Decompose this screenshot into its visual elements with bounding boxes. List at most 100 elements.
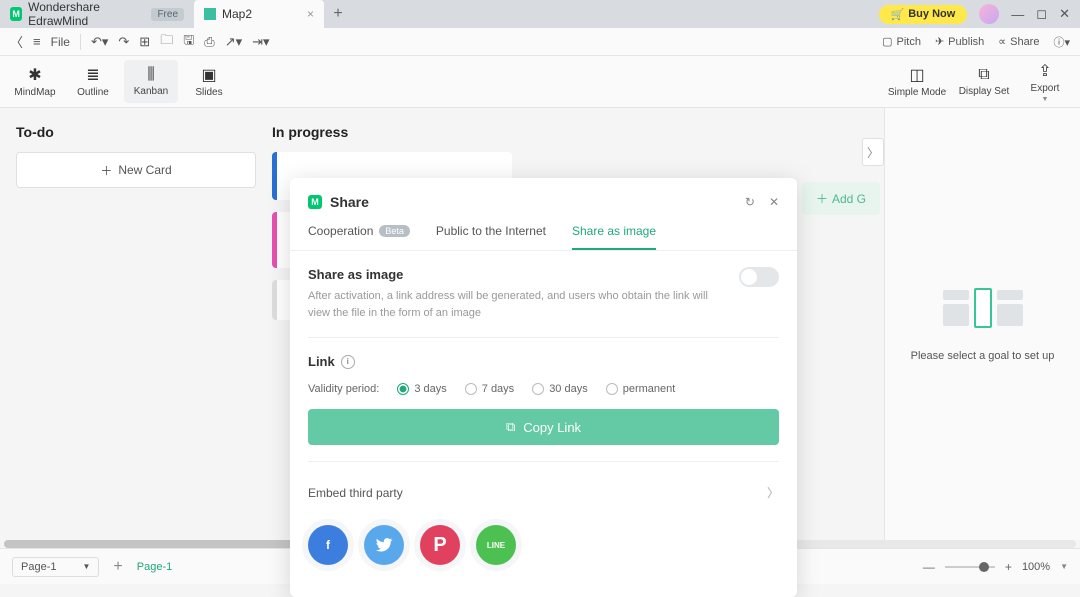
column-inprogress-title: In progress (272, 124, 512, 140)
tab-app[interactable]: M Wondershare EdrawMind Free (0, 0, 194, 28)
page-selector[interactable]: Page-1▼ (12, 557, 99, 577)
view-outline[interactable]: ≣Outline (66, 60, 120, 103)
help-button[interactable]: ⓘ▾ (1053, 34, 1070, 50)
chevron-right-icon: 〉 (767, 484, 779, 501)
zoom-level[interactable]: 100% (1022, 561, 1050, 573)
share-line-button[interactable]: LINE (476, 525, 516, 565)
view-slides[interactable]: ▣Slides (182, 60, 236, 103)
refresh-icon[interactable]: ↻ (745, 195, 755, 209)
export-icon: ⇪ (1038, 61, 1051, 81)
buy-now-button[interactable]: 🛒 Buy Now (879, 5, 968, 24)
link-title: Link (308, 354, 335, 369)
view-mindmap[interactable]: ✱MindMap (8, 60, 62, 103)
simple-mode-icon: ◫ (909, 65, 924, 85)
kanban-icon: ⫼ (147, 66, 154, 84)
radio-icon (606, 383, 618, 395)
radio-30days[interactable]: 30 days (532, 383, 588, 395)
simple-mode-button[interactable]: ◫Simple Mode (884, 60, 950, 103)
undo-icon[interactable]: ↶▾ (91, 34, 108, 50)
new-card-button[interactable]: ＋New Card (16, 152, 256, 188)
copy-link-button[interactable]: ⧉Copy Link (308, 409, 779, 445)
folder-icon[interactable]: 🗀 (160, 31, 173, 53)
free-badge: Free (151, 8, 184, 21)
chevron-down-icon: ▼ (82, 562, 90, 571)
validity-label: Validity period: (308, 383, 379, 395)
tab-share-image[interactable]: Share as image (572, 224, 656, 250)
radio-3days[interactable]: 3 days (397, 383, 446, 395)
close-icon[interactable]: ✕ (1059, 6, 1070, 22)
print-icon[interactable]: ⎙ (204, 34, 214, 50)
activation-toggle[interactable] (739, 267, 779, 287)
dialog-logo-icon: M (308, 195, 322, 209)
share-button[interactable]: ∝Share (998, 35, 1039, 48)
maximize-icon[interactable]: ◻ (1036, 6, 1047, 22)
zoom-slider[interactable] (945, 566, 995, 568)
minimize-icon[interactable]: — (1011, 7, 1024, 22)
share-icon: ∝ (998, 35, 1006, 48)
page-tab-active[interactable]: Page-1 (137, 561, 172, 573)
dialog-close-icon[interactable]: ✕ (769, 195, 779, 209)
share-dialog: M Share ↻ ✕ CooperationBeta Public to th… (290, 178, 797, 597)
column-todo-title: To-do (16, 124, 256, 140)
export-dropdown-icon[interactable]: ↗▾ (225, 34, 242, 50)
radio-icon (465, 383, 477, 395)
slides-icon: ▣ (201, 65, 216, 85)
cart-icon: 🛒 (891, 8, 905, 21)
help-icon: ⓘ▾ (1053, 34, 1070, 50)
outline-icon: ≣ (86, 65, 99, 85)
menu-icon[interactable]: ≡ (33, 34, 41, 49)
embed-third-party[interactable]: Embed third party〉 (308, 478, 779, 507)
zoom-in-button[interactable]: + (1005, 560, 1012, 574)
radio-icon (532, 383, 544, 395)
goal-message: Please select a goal to set up (899, 350, 1067, 362)
display-set-icon: ⧉ (978, 66, 989, 84)
plus-icon: ＋ (816, 190, 828, 207)
section-title: Share as image (308, 267, 725, 282)
section-desc: After activation, a link address will be… (308, 288, 725, 321)
export-button[interactable]: ⇪Export▼ (1018, 60, 1072, 103)
buy-now-label: Buy Now (908, 8, 955, 20)
radio-icon (397, 383, 409, 395)
share-pinterest-button[interactable]: P (420, 525, 460, 565)
tab-cooperation[interactable]: CooperationBeta (308, 224, 410, 250)
tab-public-internet[interactable]: Public to the Internet (436, 224, 546, 250)
tab-map2[interactable]: Map2 × (194, 0, 324, 28)
display-set-button[interactable]: ⧉Display Set (954, 60, 1014, 103)
chevron-right-icon: 〉 (867, 144, 879, 161)
add-page-button[interactable]: + (113, 558, 122, 576)
app-logo-icon: M (10, 7, 22, 21)
new-tab-button[interactable]: + (324, 5, 352, 23)
pinterest-icon: P (433, 534, 446, 557)
view-kanban[interactable]: ⫼Kanban (124, 60, 178, 103)
file-menu[interactable]: File (51, 35, 70, 49)
share-twitter-button[interactable] (364, 525, 404, 565)
dialog-title: Share (330, 194, 369, 210)
pitch-icon: ▢ (882, 35, 892, 48)
close-tab-icon[interactable]: × (307, 7, 314, 21)
back-icon[interactable]: 〈 (10, 32, 23, 51)
avatar[interactable] (979, 4, 999, 24)
app-name: Wondershare EdrawMind (28, 0, 145, 28)
redo-icon[interactable]: ↷ (118, 34, 129, 50)
info-icon[interactable]: i (341, 355, 355, 369)
share-facebook-button[interactable]: f (308, 525, 348, 565)
zoom-dropdown-icon[interactable]: ▼ (1060, 562, 1068, 571)
publish-button[interactable]: ✈Publish (935, 35, 984, 48)
radio-7days[interactable]: 7 days (465, 383, 514, 395)
facebook-icon: f (326, 538, 330, 552)
tab-map-label: Map2 (222, 7, 252, 21)
add-group-button[interactable]: ＋Add G (802, 182, 880, 215)
twitter-icon (375, 536, 393, 554)
line-icon: LINE (487, 541, 505, 550)
radio-permanent[interactable]: permanent (606, 383, 676, 395)
goal-placeholder-icon (943, 286, 1023, 330)
pitch-button[interactable]: ▢Pitch (882, 35, 921, 48)
import-dropdown-icon[interactable]: ⇥▾ (252, 34, 269, 50)
plus-icon: ＋ (100, 162, 112, 179)
zoom-out-button[interactable]: — (923, 560, 935, 574)
add-icon[interactable]: ⊞ (139, 34, 150, 50)
map-icon (204, 8, 216, 20)
save-icon[interactable]: 🖫 (183, 31, 194, 53)
collapse-panel-button[interactable]: 〉 (862, 138, 884, 166)
copy-icon: ⧉ (506, 419, 515, 435)
